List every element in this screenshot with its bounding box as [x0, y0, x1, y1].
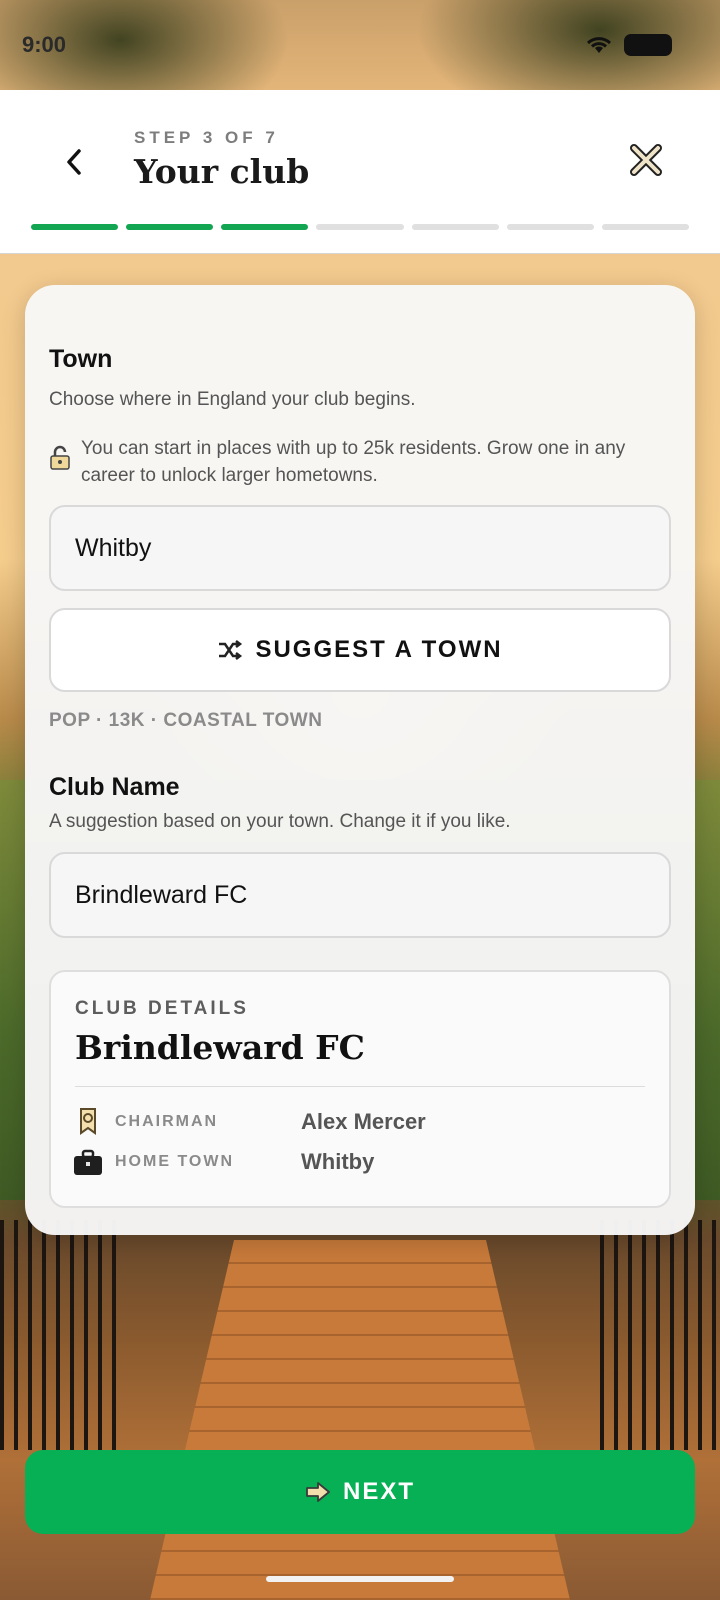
shuffle-icon [219, 640, 243, 660]
club-name-input[interactable]: Brindleward FC [49, 852, 671, 938]
club-name-section-subtitle: A suggestion based on your town. Change … [49, 811, 511, 832]
background-railing-right [600, 1220, 720, 1450]
unlock-icon [50, 445, 70, 470]
progress-segment [221, 224, 309, 230]
club-details-panel: CLUB DETAILS Brindleward FC CHAIRMAN Ale… [49, 970, 671, 1208]
status-time: 9:00 [22, 32, 67, 57]
progress-segment [411, 224, 499, 230]
detail-value-home-town: Whitby [301, 1149, 375, 1174]
progress-segment [601, 224, 689, 230]
back-button[interactable] [52, 140, 96, 184]
progress-segment [126, 224, 214, 230]
progress-segment [506, 224, 594, 230]
next-button[interactable]: NEXT [25, 1450, 695, 1534]
step-label: STEP 3 OF 7 [134, 128, 279, 147]
town-section-subtitle: Choose where in England your club begins… [49, 389, 416, 410]
rosette-icon [80, 1108, 96, 1135]
divider [75, 1086, 645, 1087]
status-icons [584, 34, 672, 56]
club-name-section-title: Club Name [49, 773, 180, 801]
status-bar: 9:00 [0, 0, 720, 90]
suggest-town-label: SUGGEST A TOWN [255, 636, 503, 663]
progress-segment [316, 224, 404, 230]
background-railing-left [0, 1220, 120, 1450]
detail-value-chairman: Alex Mercer [301, 1109, 426, 1134]
arrow-right-icon [306, 1482, 330, 1502]
club-setup-card: Town Choose where in England your club b… [25, 285, 695, 1235]
wifi-icon [586, 37, 612, 53]
club-details-name: Brindleward FC [75, 1028, 365, 1067]
battery-icon [624, 34, 672, 56]
page-title: Your club [134, 152, 310, 191]
briefcase-icon [74, 1149, 102, 1175]
close-button[interactable] [624, 138, 668, 182]
lock-note: You can start in places with up to 25k r… [49, 435, 671, 489]
detail-row-home-town: HOME TOWN Whitby [73, 1144, 645, 1180]
town-section-title: Town [49, 345, 113, 373]
town-meta: POP · 13K · COASTAL TOWN [49, 710, 323, 731]
town-input[interactable]: Whitby [49, 505, 671, 591]
close-icon [630, 144, 662, 176]
background-path [150, 1240, 570, 1600]
detail-key-home-town: HOME TOWN [115, 1153, 235, 1170]
club-details-label: CLUB DETAILS [75, 998, 249, 1019]
next-label: NEXT [342, 1478, 415, 1505]
home-indicator[interactable] [266, 1576, 454, 1582]
detail-key-chairman: CHAIRMAN [115, 1113, 219, 1130]
detail-row-chairman: CHAIRMAN Alex Mercer [73, 1104, 645, 1140]
lock-note-text: You can start in places with up to 25k r… [81, 438, 626, 486]
progress-segment [31, 224, 119, 230]
suggest-town-button[interactable]: SUGGEST A TOWN [49, 608, 671, 692]
chevron-left-icon [67, 149, 81, 175]
step-progress-bar [31, 224, 689, 230]
header: STEP 3 OF 7 Your club [0, 90, 720, 254]
